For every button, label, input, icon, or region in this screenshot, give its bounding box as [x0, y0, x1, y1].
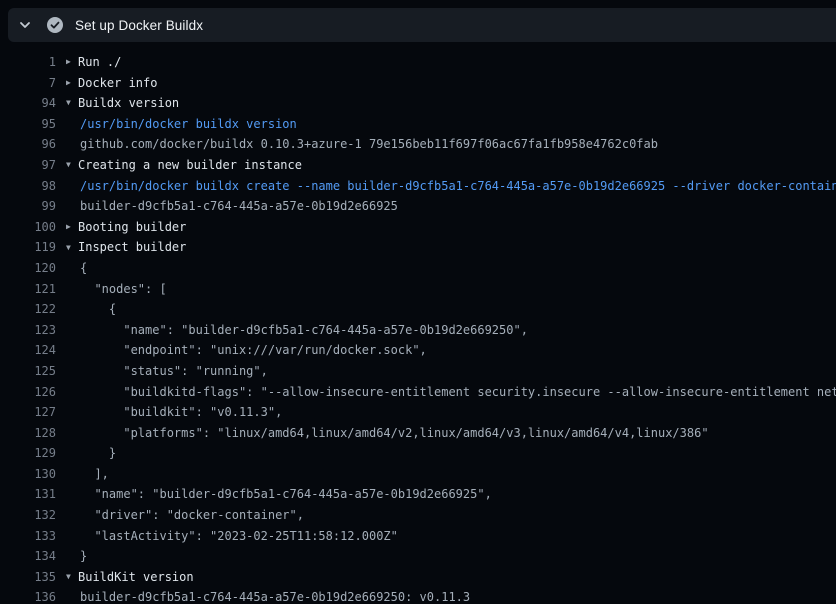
- line-number[interactable]: 129: [0, 443, 56, 464]
- line-number[interactable]: 132: [0, 505, 56, 526]
- check-circle-icon: [47, 17, 63, 33]
- log-line: 126 "buildkitd-flags": "--allow-insecure…: [0, 382, 836, 403]
- group-expanded-icon[interactable]: ▼: [66, 238, 78, 258]
- log-line-text[interactable]: ▼Creating a new builder instance: [56, 155, 836, 176]
- line-number[interactable]: 97: [0, 155, 56, 176]
- line-number[interactable]: 1: [0, 52, 56, 73]
- line-number[interactable]: 134: [0, 546, 56, 567]
- line-number[interactable]: 123: [0, 320, 56, 341]
- log-line-text[interactable]: ▶Run ./: [56, 52, 836, 73]
- log-line-text: "platforms": "linux/amd64,linux/amd64/v2…: [56, 423, 836, 444]
- line-number[interactable]: 131: [0, 484, 56, 505]
- line-number[interactable]: 96: [0, 134, 56, 155]
- line-number[interactable]: 121: [0, 279, 56, 300]
- line-number[interactable]: 7: [0, 73, 56, 94]
- line-number[interactable]: 100: [0, 217, 56, 238]
- log-area[interactable]: 1 ▶Run ./ 7 ▶Docker info 94 ▼Buildx vers…: [0, 42, 836, 604]
- group-collapsed-icon[interactable]: ▶: [66, 52, 78, 72]
- log-line: 132 "driver": "docker-container",: [0, 505, 836, 526]
- log-line: 127 "buildkit": "v0.11.3",: [0, 402, 836, 423]
- log-line: 128 "platforms": "linux/amd64,linux/amd6…: [0, 423, 836, 444]
- log-line: 120 {: [0, 258, 836, 279]
- log-line-text: }: [56, 546, 836, 567]
- line-number[interactable]: 135: [0, 567, 56, 588]
- line-number[interactable]: 136: [0, 587, 56, 604]
- log-line: 124 "endpoint": "unix:///var/run/docker.…: [0, 340, 836, 361]
- step-title: Set up Docker Buildx: [75, 18, 203, 33]
- log-line: 7 ▶Docker info: [0, 73, 836, 94]
- line-number[interactable]: 130: [0, 464, 56, 485]
- line-number[interactable]: 133: [0, 526, 56, 547]
- log-line: 95 /usr/bin/docker buildx version: [0, 114, 836, 135]
- log-line-text: "name": "builder-d9cfb5a1-c764-445a-a57e…: [56, 320, 836, 341]
- log-line: 119 ▼Inspect builder: [0, 237, 836, 258]
- log-line-text: ],: [56, 464, 836, 485]
- log-line-text: "nodes": [: [56, 279, 836, 300]
- group-expanded-icon[interactable]: ▼: [66, 567, 78, 587]
- group-expanded-icon[interactable]: ▼: [66, 155, 78, 175]
- chevron-down-icon[interactable]: [19, 19, 31, 31]
- log-line-text: "driver": "docker-container",: [56, 505, 836, 526]
- log-line: 122 {: [0, 299, 836, 320]
- log-line-text: }: [56, 443, 836, 464]
- group-expanded-icon[interactable]: ▼: [66, 93, 78, 113]
- log-line-text: "buildkit": "v0.11.3",: [56, 402, 836, 423]
- log-line-text: {: [56, 299, 836, 320]
- log-line-text: "buildkitd-flags": "--allow-insecure-ent…: [56, 382, 836, 403]
- group-collapsed-icon[interactable]: ▶: [66, 217, 78, 237]
- log-line: 125 "status": "running",: [0, 361, 836, 382]
- line-number[interactable]: 120: [0, 258, 56, 279]
- log-line: 123 "name": "builder-d9cfb5a1-c764-445a-…: [0, 320, 836, 341]
- log-line: 121 "nodes": [: [0, 279, 836, 300]
- line-number[interactable]: 95: [0, 114, 56, 135]
- log-line-text[interactable]: ▼Buildx version: [56, 93, 836, 114]
- log-line: 135 ▼BuildKit version: [0, 567, 836, 588]
- line-number[interactable]: 128: [0, 423, 56, 444]
- log-line: 129 }: [0, 443, 836, 464]
- log-line: 96 github.com/docker/buildx 0.10.3+azure…: [0, 134, 836, 155]
- log-line: 133 "lastActivity": "2023-02-25T11:58:12…: [0, 526, 836, 547]
- log-line-text: builder-d9cfb5a1-c764-445a-a57e-0b19d2e6…: [56, 196, 836, 217]
- log-line: 131 "name": "builder-d9cfb5a1-c764-445a-…: [0, 484, 836, 505]
- log-line-text[interactable]: ▼BuildKit version: [56, 567, 836, 588]
- log-line: 100 ▶Booting builder: [0, 217, 836, 238]
- log-line: 94 ▼Buildx version: [0, 93, 836, 114]
- log-line-text: "lastActivity": "2023-02-25T11:58:12.000…: [56, 526, 836, 547]
- log-line: 136 builder-d9cfb5a1-c764-445a-a57e-0b19…: [0, 587, 836, 604]
- group-collapsed-icon[interactable]: ▶: [66, 73, 78, 93]
- log-line-text[interactable]: ▶Docker info: [56, 73, 836, 94]
- log-line-text: "name": "builder-d9cfb5a1-c764-445a-a57e…: [56, 484, 836, 505]
- line-number[interactable]: 125: [0, 361, 56, 382]
- line-number[interactable]: 127: [0, 402, 56, 423]
- log-line-text: /usr/bin/docker buildx version: [56, 114, 836, 135]
- log-line-text[interactable]: ▼Inspect builder: [56, 237, 836, 258]
- line-number[interactable]: 122: [0, 299, 56, 320]
- log-line: 130 ],: [0, 464, 836, 485]
- log-line-text: builder-d9cfb5a1-c764-445a-a57e-0b19d2e6…: [56, 587, 836, 604]
- log-line: 97 ▼Creating a new builder instance: [0, 155, 836, 176]
- line-number[interactable]: 98: [0, 176, 56, 197]
- log-line-text: github.com/docker/buildx 0.10.3+azure-1 …: [56, 134, 836, 155]
- log-line: 134 }: [0, 546, 836, 567]
- line-number[interactable]: 94: [0, 93, 56, 114]
- line-number[interactable]: 124: [0, 340, 56, 361]
- log-line: 99 builder-d9cfb5a1-c764-445a-a57e-0b19d…: [0, 196, 836, 217]
- line-number[interactable]: 99: [0, 196, 56, 217]
- step-header[interactable]: Set up Docker Buildx: [8, 8, 836, 42]
- line-number[interactable]: 126: [0, 382, 56, 403]
- log-line-text: "endpoint": "unix:///var/run/docker.sock…: [56, 340, 836, 361]
- line-number[interactable]: 119: [0, 237, 56, 258]
- log-line: 98 /usr/bin/docker buildx create --name …: [0, 176, 836, 197]
- log-line-text[interactable]: ▶Booting builder: [56, 217, 836, 238]
- log-line-text: /usr/bin/docker buildx create --name bui…: [56, 176, 836, 197]
- log-line: 1 ▶Run ./: [0, 52, 836, 73]
- log-line-text: "status": "running",: [56, 361, 836, 382]
- log-line-text: {: [56, 258, 836, 279]
